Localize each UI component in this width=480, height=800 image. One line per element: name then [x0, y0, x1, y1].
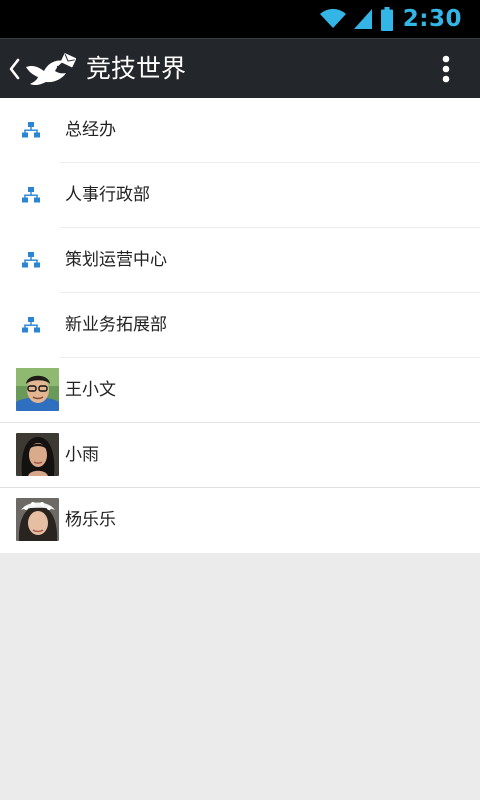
department-label: 总经办: [65, 120, 116, 140]
wifi-icon: [319, 8, 347, 30]
signal-icon: [353, 8, 373, 30]
bird-logo-icon: [24, 53, 77, 91]
org-chart-icon: [22, 317, 40, 334]
org-chart-icon: [22, 122, 40, 139]
status-time: 2:30: [402, 6, 462, 32]
avatar: [16, 498, 59, 541]
member-item[interactable]: 王小文: [0, 358, 480, 423]
status-icons: 2:30: [319, 0, 462, 38]
app-title: 竞技世界: [86, 54, 187, 83]
contact-list: 总经办 人事行政部 策划运营中心 新业务拓展部 王小文 小雨 杨乐乐: [0, 98, 480, 553]
department-label: 人事行政部: [65, 185, 150, 205]
member-item[interactable]: 杨乐乐: [0, 488, 480, 553]
org-chart-icon: [22, 252, 40, 269]
action-bar: 竞技世界: [0, 38, 480, 98]
member-name: 小雨: [65, 445, 99, 465]
member-name: 王小文: [65, 380, 116, 400]
member-name: 杨乐乐: [65, 510, 116, 530]
status-bar: 2:30: [0, 0, 480, 38]
department-label: 策划运营中心: [65, 250, 167, 270]
member-item[interactable]: 小雨: [0, 423, 480, 488]
org-chart-icon: [22, 187, 40, 204]
back-button[interactable]: [6, 47, 78, 91]
department-label: 新业务拓展部: [65, 315, 167, 335]
department-item[interactable]: 策划运营中心: [0, 228, 480, 293]
department-item[interactable]: 总经办: [0, 98, 480, 163]
avatar: [16, 433, 59, 476]
avatar: [16, 368, 59, 411]
back-icon: [8, 58, 20, 84]
overflow-menu-icon: [426, 55, 466, 93]
overflow-menu-button[interactable]: [426, 49, 466, 89]
battery-icon: [380, 7, 393, 31]
department-item[interactable]: 新业务拓展部: [0, 293, 480, 358]
department-item[interactable]: 人事行政部: [0, 163, 480, 228]
